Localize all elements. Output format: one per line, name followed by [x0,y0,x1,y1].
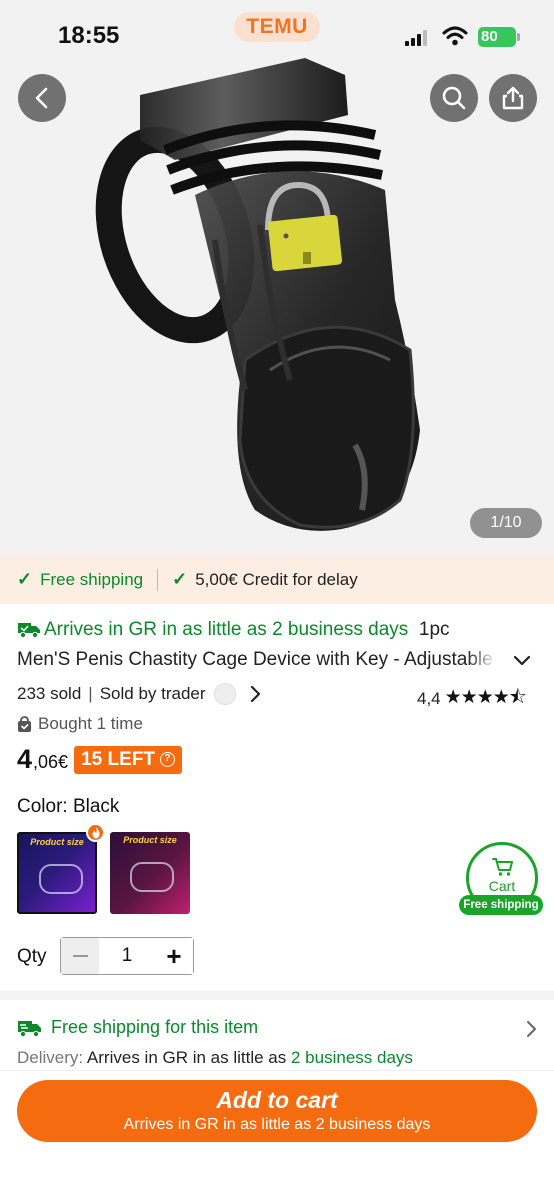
quantity-value[interactable]: 1 [99,945,155,967]
delivery-label: Delivery: [17,1048,84,1067]
cart-icon [492,858,513,876]
rating[interactable]: 4,4 ★★★★⯪ [417,683,527,715]
add-to-cart-sublabel: Arrives in GR in as little as 2 business… [123,1116,431,1133]
delivery-text: Arrives in GR in as little as [86,1048,287,1067]
share-icon [502,86,524,110]
truck-icon [18,1020,41,1037]
share-button[interactable] [489,74,537,122]
flame-icon [86,823,105,842]
chevron-right-icon [250,685,260,703]
wifi-icon [442,26,468,46]
swatch-title: Product size [30,837,84,847]
search-icon [442,86,466,110]
sold-by: Sold by trader [99,684,206,703]
shipping-section-title[interactable]: Free shipping for this item [17,1017,258,1038]
color-label: Color: Black [17,796,120,817]
pack-count: 1pc [418,619,450,640]
sold-count: 233 sold [17,684,82,703]
bought-text: Bought 1 time [38,714,143,733]
minus-icon [72,955,88,957]
search-button[interactable] [430,74,478,122]
back-icon [35,87,48,109]
quantity-increase-button[interactable]: + [155,938,193,974]
chevron-down-icon[interactable] [512,651,532,671]
price-integer: 4 [17,744,33,774]
bought-count: Bought 1 time [17,714,143,734]
product-title[interactable]: Men'S Penis Chastity Cage Device with Ke… [17,649,497,671]
promo-free-shipping: ✓ Free shipping [17,569,143,590]
chevron-right-icon[interactable] [525,1020,537,1038]
color-swatch-black[interactable]: Product size [17,832,97,914]
shopping-bag-icon [18,715,31,732]
cellular-signal-icon [405,30,431,46]
quantity-decrease-button[interactable] [61,938,99,974]
swatch-product-thumbnail [39,864,83,894]
cart-free-shipping-badge: Free shipping [459,895,543,915]
shipping-title-text: Free shipping for this item [51,1017,259,1037]
app-name-badge: TEMU [234,12,320,42]
plus-icon: + [166,940,182,971]
seller-divider: | [88,684,93,703]
status-time: 18:55 [58,22,120,49]
add-to-cart-label: Add to cart [216,1087,338,1113]
battery-level: 80 [481,28,498,45]
image-counter: 1/10 [470,508,542,538]
rating-value: 4,4 [417,689,441,708]
section-divider [0,991,554,1000]
promo-credit: ✓ 5,00€ Credit for delay [172,569,358,590]
quantity-label: Qty [17,946,47,967]
quantity-stepper: 1 + [60,937,194,975]
arrival-text: Arrives in GR in as little as 2 business… [44,619,409,640]
battery-indicator: 80 [478,27,520,47]
swatch-product-thumbnail [130,862,174,892]
price-row: 4 ,06€ 15 LEFT ? [17,744,182,775]
rating-stars-icon: ★★★★⯪ [444,687,527,708]
check-icon: ✓ [172,569,188,589]
promo-free-shipping-label: Free shipping [40,569,144,589]
color-swatch-clear[interactable]: Product size [110,832,190,914]
question-icon: ? [159,752,175,767]
stock-left-text: 15 LEFT [81,748,155,770]
promo-credit-label: 5,00€ Credit for delay [195,569,358,589]
seller-line[interactable]: 233 sold | Sold by trader [17,683,262,705]
swatch-title: Product size [123,835,177,845]
product-image-carousel[interactable]: 1/10 [0,0,554,555]
delivery-info: Delivery: Arrives in GR in as little as … [17,1048,413,1068]
arrival-line: Arrives in GR in as little as 2 business… [17,619,547,641]
back-button[interactable] [18,74,66,122]
add-to-cart-button[interactable]: Add to cart Arrives in GR in as little a… [17,1080,537,1142]
stock-left-badge[interactable]: 15 LEFT ? [74,745,182,774]
promo-divider [157,568,159,591]
cart-label: Cart [488,878,516,894]
promo-strip[interactable]: ✓ Free shipping ✓ 5,00€ Credit for delay [0,555,554,604]
seller-logo [213,683,236,705]
delivery-days: 2 business days [291,1048,413,1067]
truck-icon [18,623,40,638]
status-bar: 18:55 TEMU 80 [0,0,554,70]
price-decimal: ,06€ [33,751,69,772]
check-icon: ✓ [17,569,33,589]
